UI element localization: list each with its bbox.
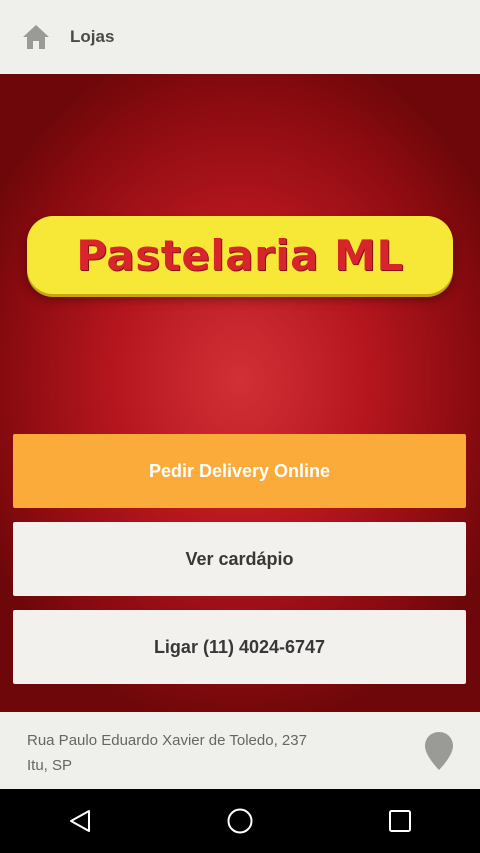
delivery-online-button[interactable]: Pedir Delivery Online bbox=[13, 434, 466, 508]
address-footer: Rua Paulo Eduardo Xavier de Toledo, 237 … bbox=[0, 712, 480, 789]
map-pin-icon bbox=[425, 732, 453, 770]
logo-text: Pastelaria ML bbox=[76, 230, 404, 280]
app-bar: Lojas bbox=[0, 0, 480, 74]
nav-home-button[interactable] bbox=[210, 796, 270, 846]
nav-recents-button[interactable] bbox=[370, 796, 430, 846]
system-nav-bar bbox=[0, 789, 480, 853]
store-address: Rua Paulo Eduardo Xavier de Toledo, 237 … bbox=[27, 728, 387, 778]
nav-back-button[interactable] bbox=[50, 796, 110, 846]
back-icon bbox=[70, 810, 90, 832]
view-menu-button[interactable]: Ver cardápio bbox=[13, 522, 466, 596]
recents-icon bbox=[389, 810, 411, 832]
address-street: Rua Paulo Eduardo Xavier de Toledo, 237 bbox=[27, 732, 307, 749]
page-title: Lojas bbox=[70, 27, 115, 46]
map-location-button[interactable] bbox=[420, 730, 458, 772]
call-store-button[interactable]: Ligar (11) 4024-6747 bbox=[13, 610, 466, 684]
address-city: Itu, SP bbox=[27, 757, 73, 774]
home-button[interactable] bbox=[19, 20, 53, 54]
store-logo: Pastelaria ML bbox=[27, 216, 453, 294]
home-circle-icon bbox=[227, 808, 253, 834]
home-icon bbox=[23, 25, 49, 49]
store-hero: Pastelaria ML Pedir Delivery Online Ver … bbox=[0, 74, 480, 712]
